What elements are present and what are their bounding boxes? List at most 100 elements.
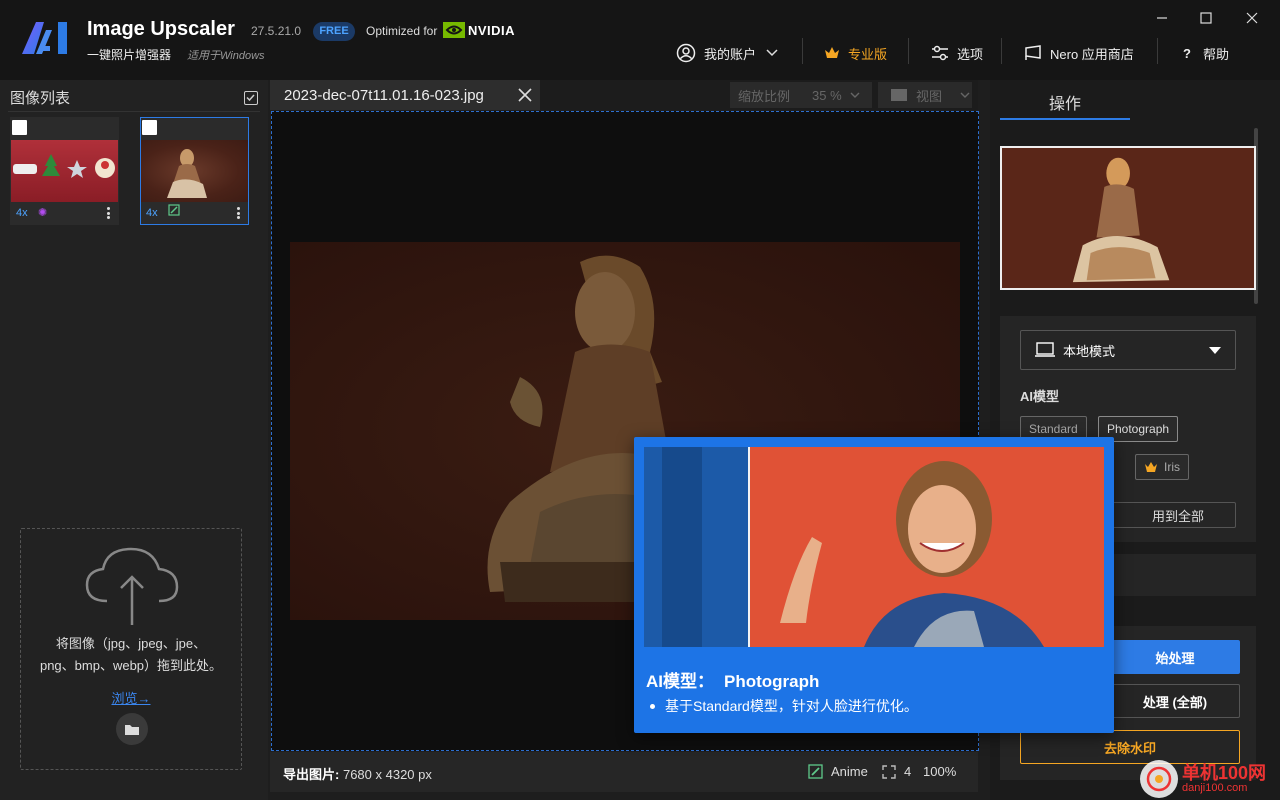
nvidia-eye-icon: [443, 22, 465, 38]
more-options-icon[interactable]: [107, 207, 111, 219]
chevron-down-icon: [766, 49, 778, 57]
thumbnail-checkbox[interactable]: [142, 120, 157, 135]
status-bar: 导出图片: 7680 x 4320 px Anime 4 100%: [270, 752, 978, 792]
ai-model-label: AI模型: [1020, 389, 1060, 404]
drop-zone-line: png、bmp、webp）拖到此处。: [39, 658, 223, 673]
pro-button[interactable]: 专业版: [824, 40, 887, 66]
more-options-icon[interactable]: [237, 207, 241, 219]
model-chip-iris[interactable]: Iris: [1135, 454, 1189, 480]
app-version: 27.5.21.0: [251, 24, 302, 38]
start-label: 始处理: [1155, 650, 1195, 666]
tooltip-bullet-text: 基于Standard模型，针对人脸进行优化。: [665, 698, 918, 714]
account-menu[interactable]: 我的账户: [676, 40, 778, 66]
store-icon: [1025, 45, 1041, 60]
status-model-label: Anime: [831, 764, 868, 779]
chevron-down-icon: [850, 92, 860, 98]
chevron-down-icon: [960, 92, 970, 98]
view-icon: [891, 89, 907, 101]
browse-link[interactable]: 浏览→: [21, 688, 241, 707]
image-thumbnail[interactable]: 4x: [140, 117, 249, 225]
iris-label: Iris: [1164, 460, 1180, 474]
tab-operations[interactable]: 操作: [1000, 90, 1130, 120]
bullet-icon: [650, 703, 655, 709]
photo-edit-icon: [808, 764, 823, 779]
model-comparison-image: [644, 447, 1104, 647]
folder-button[interactable]: [116, 713, 148, 745]
image-tab[interactable]: 2023-dec-07t11.01.16-023.jpg: [270, 80, 540, 110]
zoom-label: 缩放比例: [738, 88, 791, 104]
tooltip-title-prefix: AI模型：: [646, 672, 714, 691]
question-icon: ?: [1183, 45, 1191, 61]
watermark-text: 单机100网: [1182, 762, 1267, 783]
drop-zone[interactable]: 将图像（jpg、jpeg、jpe、 png、bmp、webp）拖到此处。 浏览→: [20, 528, 242, 770]
ai-model-tooltip: AI模型： Photograph 基于Standard模型，针对人脸进行优化。: [634, 437, 1114, 733]
account-label: 我的账户: [704, 46, 757, 62]
view-label: 视图: [916, 88, 943, 104]
tooltip-title: AI模型： Photograph: [646, 667, 819, 692]
nvidia-brand: NVIDIA: [468, 22, 516, 38]
nav-separator: [802, 38, 803, 64]
cloud-upload-icon: [85, 547, 179, 625]
store-button[interactable]: Nero 应用商店: [1024, 40, 1134, 66]
help-button[interactable]: ? 帮助: [1183, 40, 1229, 66]
export-info: 导出图片: 7680 x 4320 px: [283, 764, 432, 783]
free-badge: FREE: [313, 22, 355, 41]
process-all-label: 处理 (全部): [1142, 694, 1208, 710]
export-size: 7680 x 4320 px: [342, 767, 432, 782]
thumbnail-checkbox[interactable]: [12, 120, 27, 135]
close-window-button[interactable]: [1240, 8, 1264, 28]
minimize-button[interactable]: [1150, 8, 1174, 28]
maximize-icon: [1200, 12, 1212, 24]
checkmark-icon: [246, 94, 255, 102]
status-percent: 100%: [923, 764, 957, 779]
export-label: 导出图片:: [283, 767, 340, 782]
close-icon: [1246, 12, 1258, 24]
photo-edit-icon: [168, 204, 180, 219]
divider: [8, 111, 260, 112]
minimize-icon: [1157, 17, 1167, 19]
caret-down-icon: [1209, 347, 1221, 354]
expand-icon: [882, 764, 896, 779]
title-bar: Image Upscaler 27.5.21.0 FREE Optimized …: [0, 0, 1280, 80]
nav-separator: [1157, 38, 1158, 64]
status-factor: 4: [882, 764, 911, 779]
image-thumbnail[interactable]: 4x ✺: [10, 117, 119, 225]
sparkle-icon: ✺: [38, 207, 48, 219]
thumbnail-image: [11, 140, 118, 202]
view-control[interactable]: 视图: [878, 82, 972, 108]
app-window: Image Upscaler 27.5.21.0 FREE Optimized …: [0, 0, 1280, 800]
thumbnail-image: [141, 140, 248, 202]
mode-dropdown[interactable]: 本地模式: [1020, 330, 1236, 370]
maximize-button[interactable]: [1194, 8, 1218, 28]
sliders-icon: [932, 45, 948, 61]
tab-filename: 2023-dec-07t11.01.16-023.jpg: [284, 86, 484, 104]
mode-label: 本地模式: [1063, 343, 1116, 359]
laptop-icon: [1035, 342, 1055, 357]
image-list-title: 图像列表: [10, 90, 71, 107]
app-subtitle-note: 适用于Windows: [187, 50, 265, 62]
christmas-cookies-graphic: [13, 154, 115, 178]
optimized-for-label: Optimized for: [366, 24, 438, 38]
crown-icon: [1145, 462, 1157, 472]
store-label: Nero 应用商店: [1050, 46, 1134, 62]
select-all-checkbox[interactable]: [244, 91, 258, 105]
apply-to-all-label: 用到全部: [1151, 508, 1204, 524]
status-factor-value: 4: [904, 764, 912, 779]
close-tab-icon[interactable]: [518, 88, 532, 102]
tab-bar: 2023-dec-07t11.01.16-023.jpg 缩放比例 35 % 视…: [270, 80, 978, 110]
tooltip-title-model: Photograph: [724, 672, 820, 691]
app-subtitle: 一键照片增强器: [87, 48, 172, 62]
zoom-value: 35 %: [812, 87, 842, 103]
options-label: 选项: [957, 46, 984, 62]
site-watermark: 单机100网 danji100.com: [1140, 760, 1266, 798]
user-icon: [676, 43, 696, 63]
tooltip-description: 基于Standard模型，针对人脸进行优化。: [646, 696, 918, 716]
remove-watermark-button[interactable]: 去除水印: [1020, 730, 1240, 764]
status-model: Anime: [808, 764, 868, 779]
figurine-preview: [1002, 148, 1254, 288]
options-button[interactable]: 选项: [931, 40, 983, 66]
app-title: Image Upscaler: [87, 18, 235, 40]
nav-separator: [1001, 38, 1002, 64]
zoom-control[interactable]: 缩放比例 35 %: [730, 82, 872, 108]
folder-icon: [125, 724, 139, 735]
